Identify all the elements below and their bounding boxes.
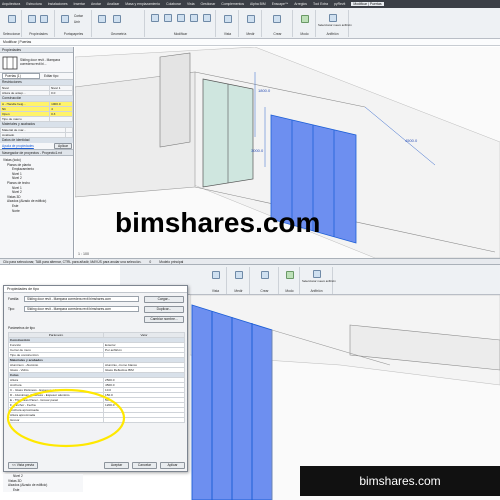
apply-button[interactable]: Aplicar — [54, 143, 72, 149]
instance-properties-table-3: Material de mar... Acabado — [0, 127, 74, 138]
type-parameters-table: Parámetro Valor Construcción Función Exter… — [8, 332, 185, 423]
building-model-drawing: 1800.0 3000.0 4500.0 bimshares.com 1 : 1… — [75, 47, 500, 258]
ribbon-tab[interactable]: Analizar — [107, 2, 119, 6]
watermark-banner: bimshares.com — [300, 466, 500, 496]
mode-group-2[interactable]: Modo — [280, 267, 300, 294]
edit-type-button[interactable]: Editar tipo — [44, 74, 58, 78]
load-button[interactable]: Cargar... — [144, 296, 184, 303]
context-bar: Modificar | Puertas — [0, 39, 500, 46]
ribbon-tab[interactable]: Masa y emplazamiento — [125, 2, 160, 6]
cancel-button[interactable]: Cancelar — [132, 462, 157, 469]
ribbon-tab[interactable]: Complementos — [221, 2, 244, 6]
dim-right-label: 4500.0 — [405, 138, 418, 143]
create-group[interactable]: Crear — [263, 10, 293, 37]
prop-row[interactable]: Altura de antep... 0.0 — [0, 90, 73, 96]
instance-filter[interactable]: Puertas (1) — [2, 73, 40, 79]
host-group[interactable]: Seleccionar nuevo anfitrión Anfitrión — [317, 10, 352, 37]
ribbon-tab[interactable]: Anotar — [91, 2, 101, 6]
door-type-icon — [2, 56, 18, 70]
project-browser-lower: Nivel 2 Vistas 3D Alzados (Alzado de edi… — [3, 474, 83, 493]
instance-properties-table-2: A - Handle heig... 1000.0 Nb 4 Open 0.3 Tip… — [0, 101, 73, 122]
view-group[interactable]: Vista — [217, 10, 239, 37]
instance-properties-table: Nivel Nivel 1 Altura de antep... 0.0 — [0, 85, 73, 96]
family-label: Familia: — [8, 297, 20, 301]
ribbon-tab[interactable]: Insertar — [74, 2, 86, 6]
dim-mid-label: 3000.0 — [251, 148, 264, 153]
param-row[interactable]: Grosor — [8, 417, 185, 423]
geometry-group[interactable]: Geometría — [93, 10, 145, 37]
ribbon-tab[interactable]: Vista — [187, 2, 194, 6]
ribbon-tab[interactable]: Tool Extra — [313, 2, 328, 6]
type-name: Sliding door revit - Mampara corredera r… — [20, 58, 61, 66]
watermark-banner-text: bimshares.com — [359, 474, 441, 488]
prop-row[interactable]: Acabado — [0, 132, 74, 138]
measure-group-2[interactable]: Medir — [228, 267, 250, 294]
ribbon-tab[interactable]: pyRevit — [334, 2, 345, 6]
clipboard-group[interactable]: Portapapeles Cortar Unir — [56, 10, 92, 37]
tree-item[interactable]: Norte — [2, 209, 71, 214]
ribbon-tab[interactable]: Arreglos — [294, 2, 307, 6]
ribbon-tab[interactable]: Arquitectura — [2, 2, 20, 6]
preview-button[interactable]: << Vista previa — [8, 462, 38, 469]
rename-button[interactable]: Cambiar nombre... — [144, 316, 184, 323]
duplicate-button[interactable]: Duplicar... — [144, 306, 184, 313]
type-properties-dialog: Propiedades de tipo Familia: Sliding doo… — [3, 285, 188, 472]
help-link[interactable]: Ayuda de propiedades — [2, 144, 34, 148]
ribbon-tab[interactable]: Instalaciones — [48, 2, 68, 6]
3d-view-canvas[interactable]: 1800.0 3000.0 4500.0 bimshares.com 1 : 1… — [75, 47, 500, 258]
dim-top-label: 1800.0 — [258, 88, 271, 93]
status-value-0: 0 — [149, 260, 152, 264]
type-select[interactable]: Sliding door revit - Mampara corredera r… — [24, 306, 139, 312]
measure-group[interactable]: Medir — [240, 10, 262, 37]
prop-row[interactable]: Tipo de marco — [0, 116, 73, 122]
properties-group[interactable]: Propiedades — [23, 10, 55, 37]
ribbon-tab[interactable]: Gestionar — [201, 2, 216, 6]
dialog-title: Propiedades de tipo — [4, 286, 187, 293]
status-bar: Clic para seleccionar, TAB para alternar… — [0, 258, 500, 265]
create-group-2[interactable]: Crear — [251, 267, 279, 294]
family-select[interactable]: Sliding door revit - Mampara corredera r… — [24, 296, 139, 302]
ribbon-tab[interactable]: Enscape™ — [272, 2, 289, 6]
type-label: Tipo: — [8, 307, 15, 311]
ribbon-panel: Seleccionar Propiedades Portapapeles Cort… — [0, 8, 500, 39]
ribbon-tab[interactable]: Estructura — [26, 2, 41, 6]
ribbon-tab-bar: Arquitectura Estructura Instalaciones Inser… — [0, 0, 500, 8]
view-scale: 1 : 100 — [78, 252, 89, 256]
properties-palette: Propiedades Sliding door revit - Mampara… — [0, 47, 74, 258]
apply-button-dialog[interactable]: Aplicar — [160, 462, 185, 469]
ribbon-tab[interactable]: Alpha BIM — [250, 2, 266, 6]
tree-item[interactable]: Este — [3, 488, 83, 493]
type-selector[interactable]: Sliding door revit - Mampara corredera r… — [0, 53, 73, 73]
mode-group[interactable]: Modo — [294, 10, 316, 37]
ribbon-tab[interactable]: Modificar | Puertas — [351, 2, 384, 6]
ribbon-tab[interactable]: Colaborar — [166, 2, 181, 6]
status-value-1: Modelo principal — [159, 260, 184, 264]
status-message: Clic para seleccionar, TAB para alternar… — [3, 260, 142, 264]
project-browser-tree: Vistas (todo) Planos de planta Emplazami… — [0, 156, 73, 215]
watermark-text: bimshares.com — [115, 207, 320, 238]
ok-button[interactable]: Aceptar — [104, 462, 129, 469]
host-group-2[interactable]: Seleccionar nuevo anfitrión Anfitrión — [301, 267, 336, 294]
select-group[interactable]: Seleccionar — [2, 10, 22, 37]
params-label: Parámetros de tipo — [8, 326, 35, 330]
view-group-2[interactable]: Vista — [205, 267, 227, 294]
modify-group[interactable]: Modificar — [146, 10, 216, 37]
